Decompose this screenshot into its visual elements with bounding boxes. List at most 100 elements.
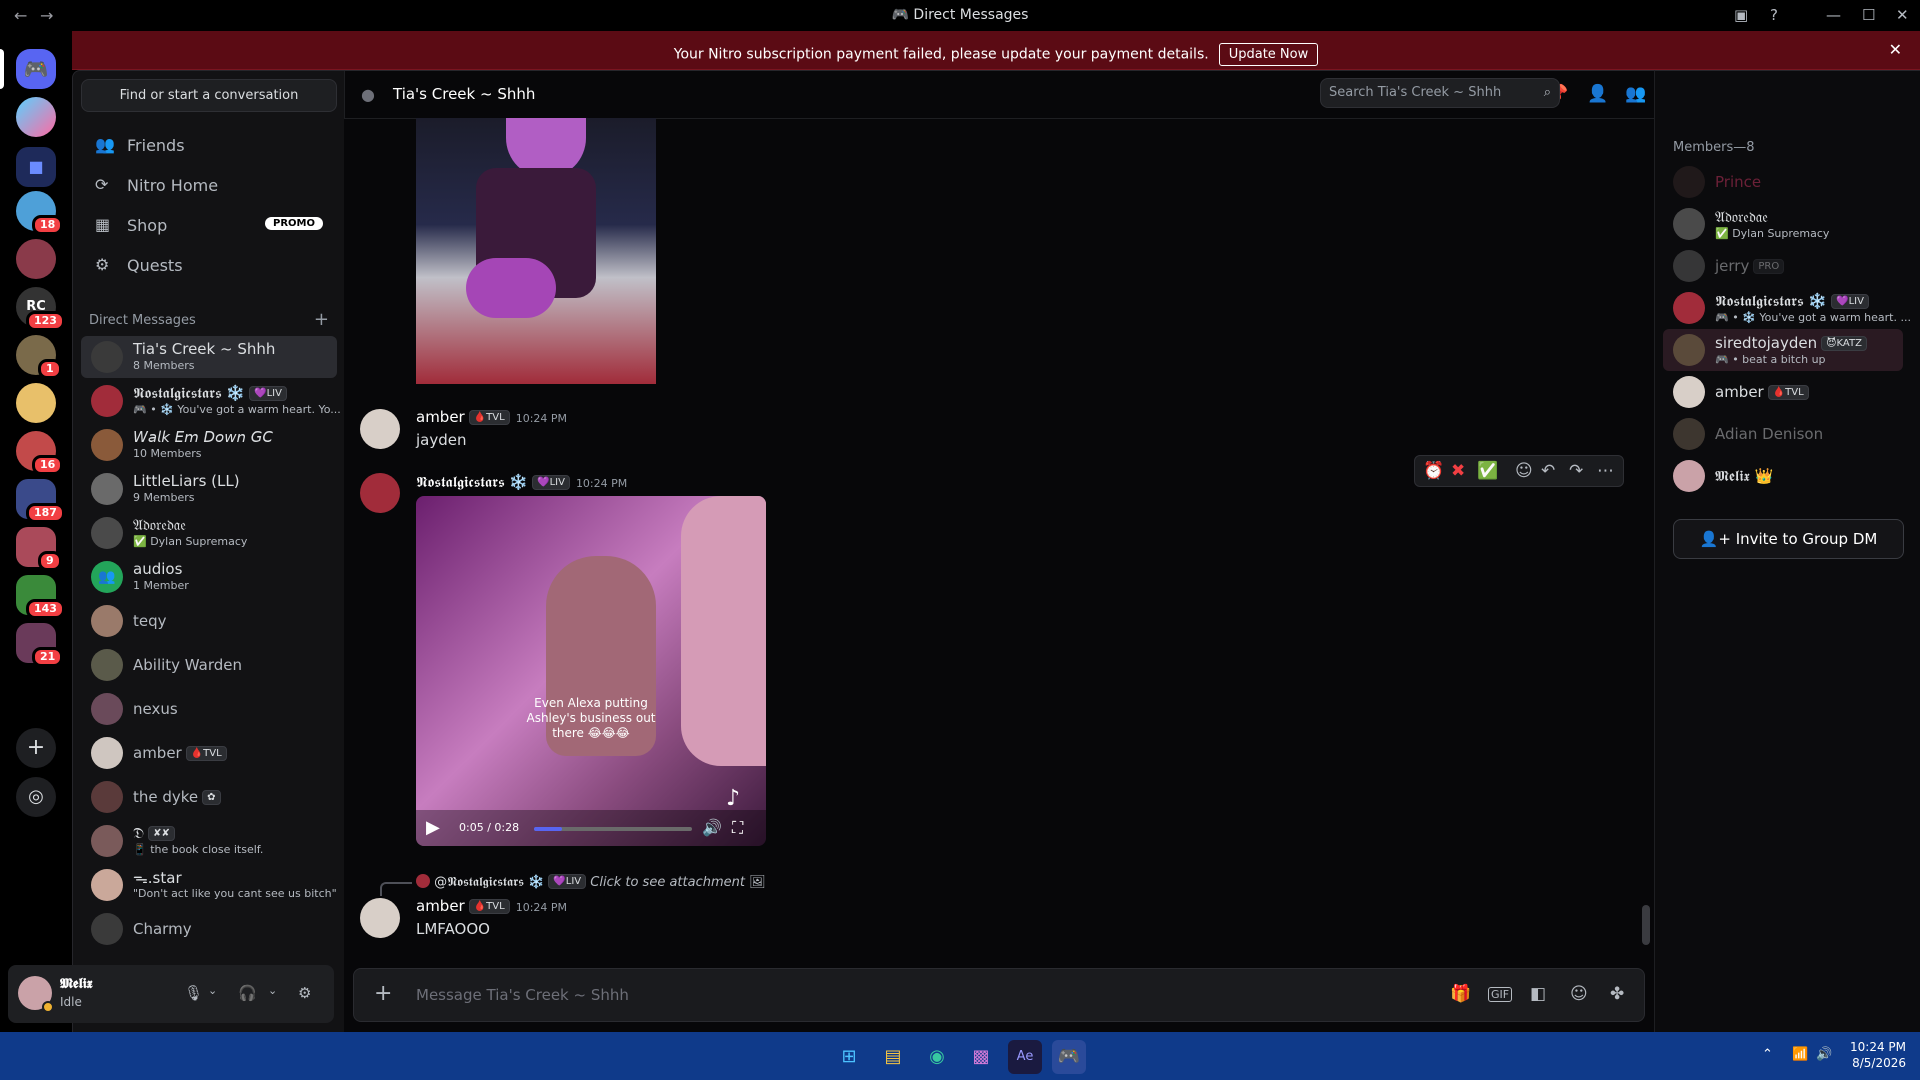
member-item[interactable]: siredtojayden 😈KATZ 🎮 • beat a bitch up [1663,329,1903,371]
image-figure [466,258,556,318]
video-attachment[interactable]: Even Alexa putting Ashley's business out… [416,496,766,846]
video-progress-bar[interactable] [534,827,692,831]
avatar[interactable] [360,473,400,513]
create-dm-icon[interactable]: + [314,309,329,330]
minimize-button[interactable]: — [1826,6,1841,24]
dm-item[interactable]: amber 🩸TVL [81,732,337,774]
sticker-icon[interactable]: ◧ [1530,984,1546,1004]
emoji-icon[interactable]: ☺ [1570,984,1588,1004]
search-icon: ⌕ [1543,85,1551,100]
chevron-down-icon[interactable]: ⌄ [208,984,217,997]
add-reaction-icon[interactable]: ☺ [1515,461,1533,481]
start-icon[interactable]: ⊞ [832,1040,866,1074]
headphones-icon[interactable]: 🎧 [238,984,257,1002]
apps-icon[interactable]: ✤ [1610,984,1624,1004]
nav-nitro-home[interactable]: ⟳ Nitro Home [81,166,337,204]
cross-mark-icon[interactable]: ✖ [1451,461,1465,481]
folder-icon[interactable]: ■ [16,147,56,187]
edge-icon[interactable]: ◉ [920,1040,954,1074]
scrollbar[interactable] [1642,905,1650,945]
message-input[interactable]: Message Tia's Creek ~ Shhh [416,986,629,1004]
member-item[interactable]: Prince [1663,161,1903,203]
app-icon[interactable]: ▩ [964,1040,998,1074]
add-friends-icon[interactable]: 👤 [1587,84,1608,104]
nav-quests[interactable]: ⚙ Quests [81,246,337,284]
dm-item[interactable]: nexus [81,688,337,730]
chevron-down-icon[interactable]: ⌄ [268,984,277,997]
home-button[interactable]: 🎮 [16,49,56,89]
dm-item[interactable]: 𝔄𝔡𝔬𝔯𝔢𝔡𝔞𝔢 ✅ Dylan Supremacy [81,512,337,554]
chevron-up-icon[interactable]: ⌃ [1762,1047,1773,1062]
server-rail: 🎮 ■ 18 RC 123 1 16 187 9 143 21 + ◎ [0,31,72,1031]
discord-taskbar-icon[interactable]: 🎮 [1052,1040,1086,1074]
clock[interactable]: 10:24 PM 8/5/2026 [1850,1039,1906,1071]
invite-to-group-dm-button[interactable]: 👤+ Invite to Group DM [1673,519,1904,559]
member-item[interactable]: Adian Denison [1663,413,1903,455]
dm-item[interactable]: the dyke ✿ [81,776,337,818]
server-icon[interactable] [16,239,56,279]
avatar [91,781,123,813]
after-effects-icon[interactable]: Ae [1008,1040,1042,1074]
add-server-icon[interactable]: + [16,728,56,768]
update-now-button[interactable]: Update Now [1218,43,1319,66]
help-icon[interactable]: ? [1770,6,1778,24]
wifi-icon[interactable]: 📶 [1792,1047,1808,1062]
video-controls: ▶ 0:05 / 0:28 🔊 ⛶ [416,810,766,846]
dm-item[interactable]: teqy [81,600,337,642]
play-icon[interactable]: ▶ [426,817,440,838]
discover-icon[interactable]: ◎ [16,777,56,817]
member-item[interactable]: amber 🩸TVL [1663,371,1903,413]
gif-icon[interactable]: GIF [1488,987,1513,1002]
message-composer[interactable]: + Message Tia's Creek ~ Shhh 🎁 GIF ◧ ☺ ✤ [353,968,1645,1022]
member-item[interactable]: 𝕹𝖔𝖘𝖙𝖆𝖑𝖌𝖎𝖈𝖘𝖙𝖆𝖗𝖘 ❄️ 💜LIV 🎮 • ❄️ You've got a… [1663,287,1911,329]
dm-item[interactable]: Ability Warden [81,644,337,686]
member-item[interactable]: jerry PRO [1663,245,1903,287]
maximize-button[interactable]: ☐ [1862,6,1875,24]
dm-item[interactable]: ᯓ.star "Don't act like you cant see us bi… [81,864,337,906]
dm-item[interactable]: 𝘞𝘢𝘭𝘬 𝘌𝘮 𝘋𝘰𝘸𝘯 𝘎𝘊 10 Members [81,424,337,466]
dm-item[interactable]: 𝔇 ✘✘ 📱 the book close itself. [81,820,337,862]
avatar [1673,208,1705,240]
avatar[interactable] [360,409,400,449]
member-item[interactable]: 𝕸𝖊𝖑𝖎𝖝 👑 [1663,455,1903,497]
dm-sidebar: Find or start a conversation 👥 Friends ⟳ N… [72,70,344,1032]
image-attachment[interactable] [416,118,656,384]
video-figure [681,496,766,766]
upload-plus-icon[interactable]: + [374,981,392,1006]
server-icon[interactable] [16,97,56,137]
volume-icon[interactable]: 🔊 [1816,1047,1832,1062]
reply-spine [380,882,412,896]
dm-item[interactable]: Charmy [81,908,337,950]
fullscreen-icon[interactable]: ⛶ [732,818,743,838]
member-item[interactable]: 𝔄𝔡𝔬𝔯𝔢𝔡𝔞𝔢 ✅ Dylan Supremacy [1663,203,1903,245]
close-icon[interactable]: ✕ [1889,40,1902,59]
gift-icon[interactable]: 🎁 [1450,984,1471,1004]
dm-item[interactable]: Tia's Creek ~ Shhh 8 Members [81,336,337,378]
dm-item[interactable]: LittleLiars (LL) 9 Members [81,468,337,510]
avatar [91,869,123,901]
file-explorer-icon[interactable]: ▤ [876,1040,910,1074]
settings-icon[interactable]: ⚙ [298,984,311,1002]
volume-icon[interactable]: 🔊 [702,818,722,837]
member-list-icon[interactable]: 👥 [1625,84,1646,104]
quests-icon: ⚙ [95,255,110,274]
more-icon[interactable]: ⋯ [1597,461,1614,481]
forward-icon[interactable]: ↷ [1569,461,1583,481]
dm-item[interactable]: 𝕹𝖔𝖘𝖙𝖆𝖑𝖌𝖎𝖈𝖘𝖙𝖆𝖗𝖘 ❄️ 💜LIV 🎮 • ❄️ You've got a… [81,380,341,422]
reply-icon[interactable]: ↶ [1541,461,1555,481]
microphone-icon[interactable]: 🎙 [184,984,203,1002]
nav-friends[interactable]: 👥 Friends [81,126,337,164]
nitro-icon: ⟳ [95,175,109,194]
check-mark-icon[interactable]: ✅ [1477,461,1498,481]
search-input[interactable]: Search Tia's Creek ~ Shhh ⌕ [1320,78,1560,108]
dm-item[interactable]: 👥 audios 1 Member [81,556,337,598]
inbox-icon[interactable]: ▣ [1734,6,1748,24]
close-window-button[interactable]: ✕ [1896,6,1909,24]
nav-shop[interactable]: ▦ Shop PROMO [81,206,337,244]
avatar [91,649,123,681]
avatar[interactable] [360,898,400,938]
find-conversation-button[interactable]: Find or start a conversation [81,79,337,112]
alarm-clock-icon[interactable]: ⏰ [1423,461,1444,481]
server-icon[interactable] [16,383,56,423]
reply-preview[interactable]: @𝕹𝖔𝖘𝖙𝖆𝖑𝖌𝖎𝖈𝖘𝖙𝖆𝖗𝖘 ❄️ 💜LIV Click to see atta… [416,874,766,890]
